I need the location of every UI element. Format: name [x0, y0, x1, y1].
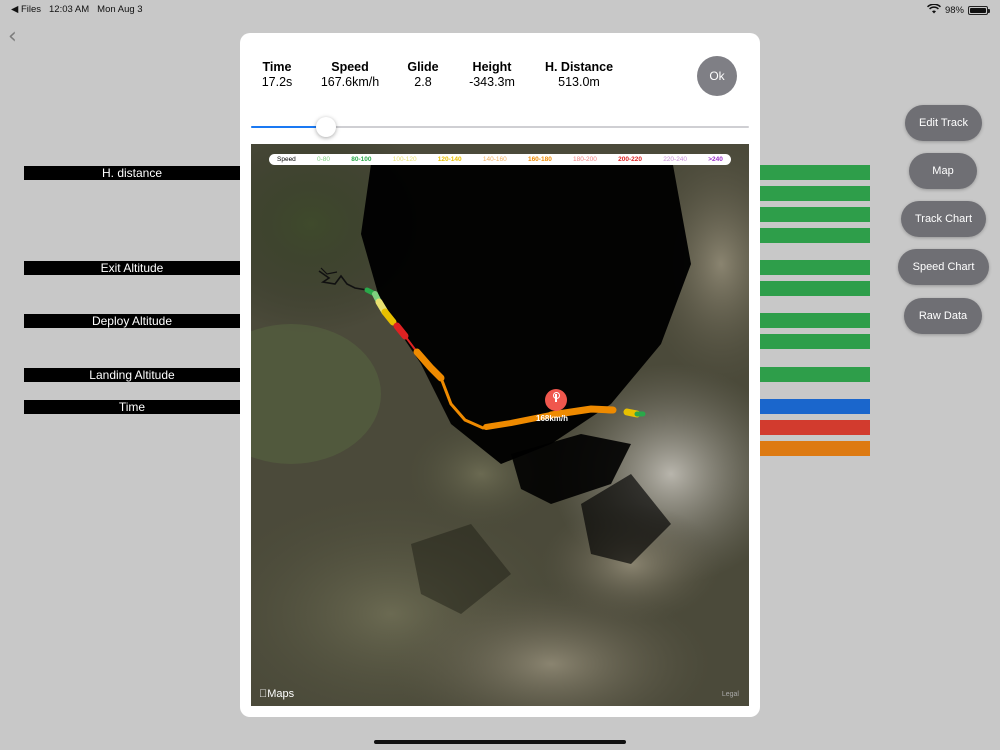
- stats-row: Time 17.2s Speed 167.6km/h Glide 2.8 Hei…: [240, 60, 760, 94]
- apple-maps-logo: Maps: [259, 688, 294, 700]
- home-indicator: [374, 740, 626, 744]
- battery-icon: [968, 6, 990, 15]
- chevron-left-icon[interactable]: ‹: [8, 26, 17, 48]
- apple-logo-icon: : [259, 688, 267, 700]
- raw-data-button[interactable]: Raw Data: [904, 298, 982, 334]
- satellite-map[interactable]: Speed 0-80 80-100 100-120 120-140 140-160 160-…: [251, 144, 749, 706]
- speed-legend: Speed 0-80 80-100 100-120 120-140 140-160 160-…: [269, 154, 731, 165]
- stat-height: Height -343.3m: [442, 60, 542, 89]
- maps-credit-text: Maps: [259, 688, 294, 700]
- stat-h-distance: H. Distance 513.0m: [529, 60, 629, 89]
- stat-label: Height: [472, 60, 512, 74]
- pin-speed-label: 168km/h: [536, 414, 569, 423]
- ok-button[interactable]: Ok: [697, 56, 737, 96]
- speed-chart-button[interactable]: Speed Chart: [898, 249, 989, 285]
- map-button[interactable]: Map: [909, 153, 977, 189]
- background-bar: [760, 367, 870, 382]
- status-bar: ◀ Files 12:03 AM Mon Aug 3 98%: [0, 0, 1000, 18]
- background-bar: [760, 334, 870, 349]
- background-bar: [760, 186, 870, 201]
- slider-fill: [251, 126, 326, 128]
- row-label-deploy-altitude: Deploy Altitude: [24, 314, 240, 328]
- back-to-app-link[interactable]: ◀ Files: [11, 4, 41, 15]
- background-bar: [760, 207, 870, 222]
- legend-item: 220-240: [663, 156, 688, 163]
- row-label-exit-altitude: Exit Altitude: [24, 261, 240, 275]
- background-bar: [760, 165, 870, 180]
- row-label-h-distance: H. distance: [24, 166, 240, 180]
- legend-item: 80-100: [351, 156, 372, 163]
- legend-item: 120-140: [437, 156, 462, 163]
- background-bar: [760, 281, 870, 296]
- battery-percent: 98%: [944, 5, 964, 16]
- map-pin-icon[interactable]: [545, 389, 567, 411]
- status-date: Mon Aug 3: [97, 4, 143, 15]
- flight-track: [318, 267, 646, 430]
- stat-label: H. Distance: [544, 60, 614, 74]
- stat-value: -343.3m: [469, 75, 515, 89]
- legend-item: 180-200: [573, 156, 597, 163]
- legend-item: 160-180: [527, 156, 552, 163]
- wifi-icon: [926, 3, 941, 17]
- row-label-landing-altitude: Landing Altitude: [24, 368, 240, 382]
- legend-title: Speed: [277, 156, 296, 163]
- legend-item: 0-80: [317, 156, 331, 163]
- legend-item: 200-220: [618, 156, 642, 163]
- legend-item: >240: [708, 156, 723, 163]
- track-chart-button[interactable]: Track Chart: [901, 201, 986, 237]
- status-time: 12:03 AM: [49, 4, 90, 15]
- background-bar: [760, 260, 870, 275]
- stat-value: 513.0m: [558, 75, 600, 89]
- time-slider[interactable]: [251, 115, 749, 139]
- legend-item: 140-160: [482, 156, 507, 163]
- background-bar: [760, 228, 870, 243]
- background-bar: [760, 313, 870, 328]
- track-detail-modal: Time 17.2s Speed 167.6km/h Glide 2.8 Hei…: [240, 33, 760, 717]
- legend-item: 100-120: [392, 156, 417, 163]
- background-bar: [760, 399, 870, 414]
- background-bar: [760, 441, 870, 456]
- slider-knob[interactable]: [315, 117, 336, 137]
- edit-track-button[interactable]: Edit Track: [905, 105, 982, 141]
- row-label-time: Time: [24, 400, 240, 414]
- background-bar: [760, 420, 870, 435]
- legal-link[interactable]: Legal: [722, 691, 739, 698]
